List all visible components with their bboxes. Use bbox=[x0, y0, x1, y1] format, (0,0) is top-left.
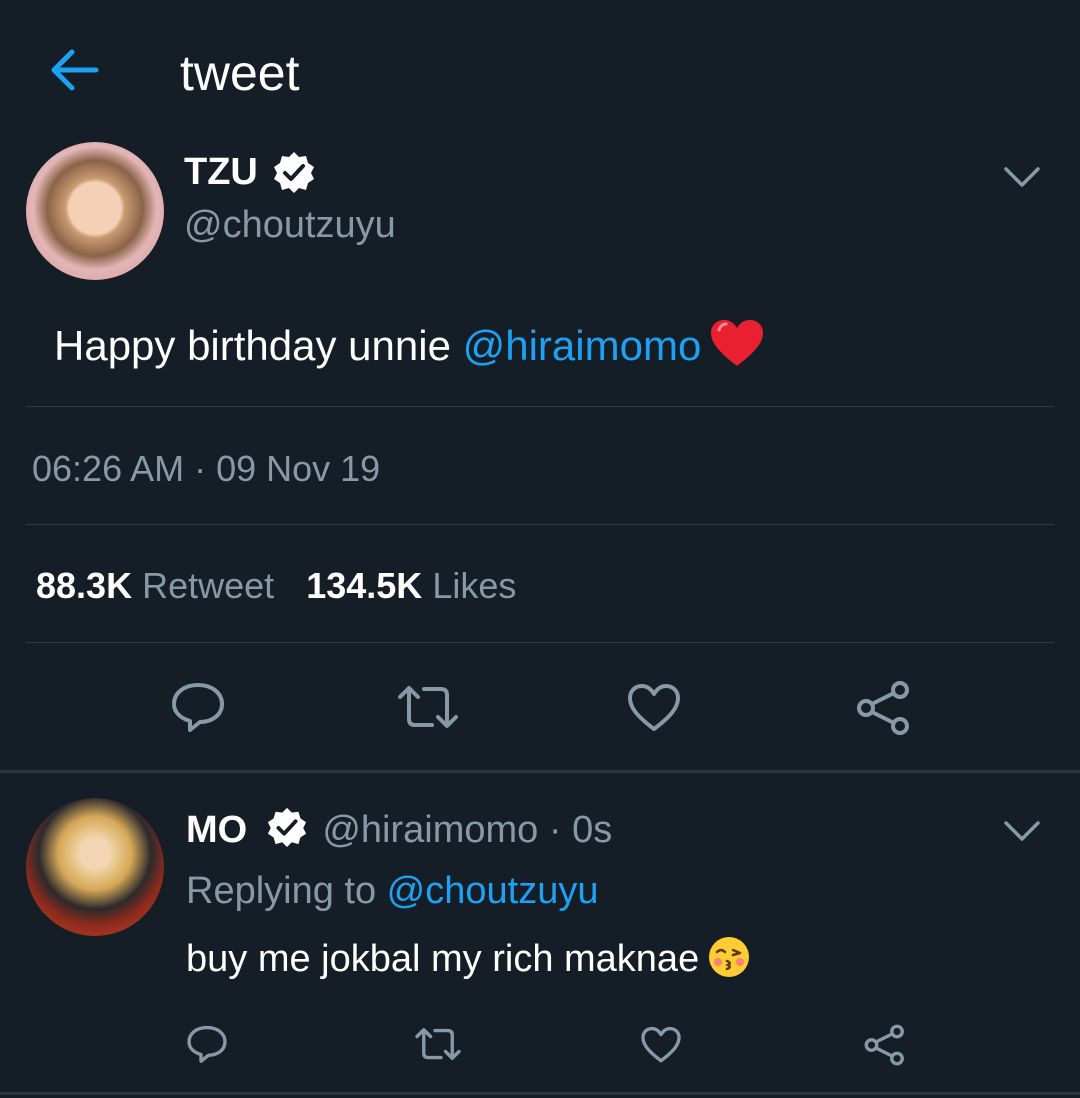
share-icon[interactable] bbox=[864, 1024, 906, 1066]
retweet-label[interactable]: Retweet bbox=[142, 565, 274, 606]
retweet-icon[interactable] bbox=[396, 683, 460, 731]
tweet-text-body: Happy birthday unnie bbox=[54, 322, 463, 369]
reply-header: MO @hiraimomo · 0s bbox=[186, 806, 612, 852]
retweet-count[interactable]: 88.3K bbox=[36, 565, 132, 606]
mention-link[interactable]: @hiraimomo bbox=[463, 322, 702, 369]
verified-badge-icon bbox=[273, 152, 314, 193]
share-icon[interactable] bbox=[856, 680, 912, 736]
tweet-text: Happy birthday unnie @hiraimomo bbox=[54, 318, 765, 370]
red-heart-emoji bbox=[711, 320, 764, 366]
divider bbox=[26, 524, 1054, 525]
replying-to-label: Replying to bbox=[186, 870, 387, 912]
divider bbox=[26, 406, 1054, 407]
arrow-left-icon[interactable] bbox=[48, 46, 100, 94]
reply-author-handle[interactable]: @hiraimomo bbox=[322, 809, 538, 851]
page-title: tweet bbox=[180, 45, 300, 101]
reply-text: buy me jokbal my rich maknae bbox=[186, 935, 751, 981]
chevron-down-icon[interactable] bbox=[1002, 818, 1042, 844]
replying-to: Replying to @choutzuyu bbox=[186, 870, 598, 913]
tweet-stats: 88.3K Retweet 134.5K Likes bbox=[36, 565, 516, 607]
reply-icon[interactable] bbox=[170, 681, 226, 733]
like-count[interactable]: 134.5K bbox=[306, 565, 422, 606]
author-row: TZU bbox=[184, 150, 316, 194]
author-handle[interactable]: @choutzuyu bbox=[184, 204, 396, 247]
verified-badge-icon bbox=[267, 807, 306, 848]
section-divider bbox=[0, 770, 1080, 773]
kissing-face-emoji bbox=[709, 937, 750, 977]
like-icon[interactable] bbox=[626, 682, 682, 734]
like-label[interactable]: Likes bbox=[432, 565, 516, 606]
timestamp: 06:26 AM · 09 Nov 19 bbox=[32, 448, 381, 489]
divider bbox=[26, 642, 1054, 643]
replying-to-mention[interactable]: @choutzuyu bbox=[387, 870, 599, 912]
reply-separator: · bbox=[548, 809, 562, 851]
chevron-down-icon[interactable] bbox=[1002, 164, 1042, 190]
reply-time: 0s bbox=[572, 809, 613, 851]
reply-icon[interactable] bbox=[186, 1024, 228, 1064]
section-divider bbox=[0, 1092, 1080, 1095]
reply-avatar[interactable] bbox=[26, 798, 164, 936]
retweet-icon[interactable] bbox=[414, 1026, 462, 1062]
author-name[interactable]: TZU bbox=[184, 151, 258, 194]
like-icon[interactable] bbox=[640, 1025, 682, 1065]
reply-author-name[interactable]: MO bbox=[186, 809, 247, 851]
avatar[interactable] bbox=[26, 142, 164, 280]
reply-text-body: buy me jokbal my rich maknae bbox=[186, 938, 700, 980]
